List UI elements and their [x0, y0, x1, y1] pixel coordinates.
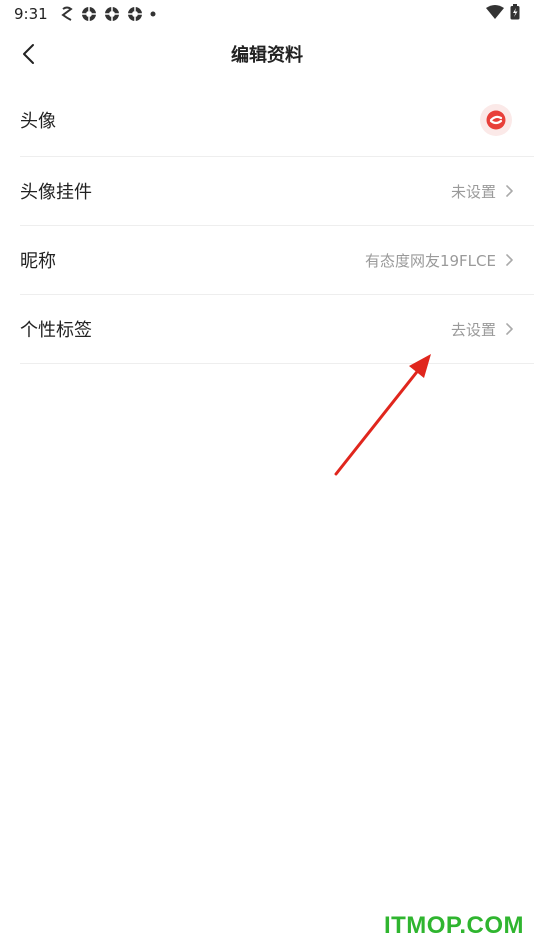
avatar-pendant-row[interactable]: 头像挂件 未设置: [20, 157, 534, 226]
page-title: 编辑资料: [231, 45, 303, 66]
status-notification-icons: [60, 5, 156, 23]
watermark: ITMOP.COM: [383, 912, 524, 939]
status-right-icons: [486, 4, 520, 20]
row-value: 未设置: [450, 182, 496, 201]
chevron-right-icon: [506, 185, 513, 197]
chevron-right-icon: [506, 323, 513, 335]
personal-tags-row[interactable]: 个性标签 去设置: [20, 295, 534, 364]
navigation-bar: 编辑资料: [0, 28, 534, 80]
profile-settings-list: 头像 头像挂件 未设置 昵称 有态度网友19FLCE 个性标签 去设置: [0, 84, 534, 364]
dot-icon: [150, 11, 156, 17]
wifi-icon: [486, 5, 504, 19]
notification-app-icon: [61, 6, 73, 21]
ball-icon: [128, 7, 142, 21]
status-bar: 9:31: [0, 0, 534, 28]
row-label: 头像: [20, 111, 56, 132]
row-label: 头像挂件: [20, 182, 92, 203]
nickname-row[interactable]: 昵称 有态度网友19FLCE: [20, 226, 534, 295]
avatar-row[interactable]: 头像: [20, 84, 534, 157]
app-logo-icon: [486, 110, 506, 130]
row-value: 去设置: [450, 320, 496, 339]
ball-icon: [82, 7, 96, 21]
row-label: 昵称: [20, 251, 56, 272]
row-label: 个性标签: [20, 320, 92, 341]
ball-icon: [105, 7, 119, 21]
status-time: 9:31: [14, 5, 48, 23]
chevron-right-icon: [506, 254, 513, 266]
battery-icon: [510, 4, 520, 20]
avatar: [480, 104, 512, 136]
row-value: 有态度网友19FLCE: [364, 251, 496, 270]
